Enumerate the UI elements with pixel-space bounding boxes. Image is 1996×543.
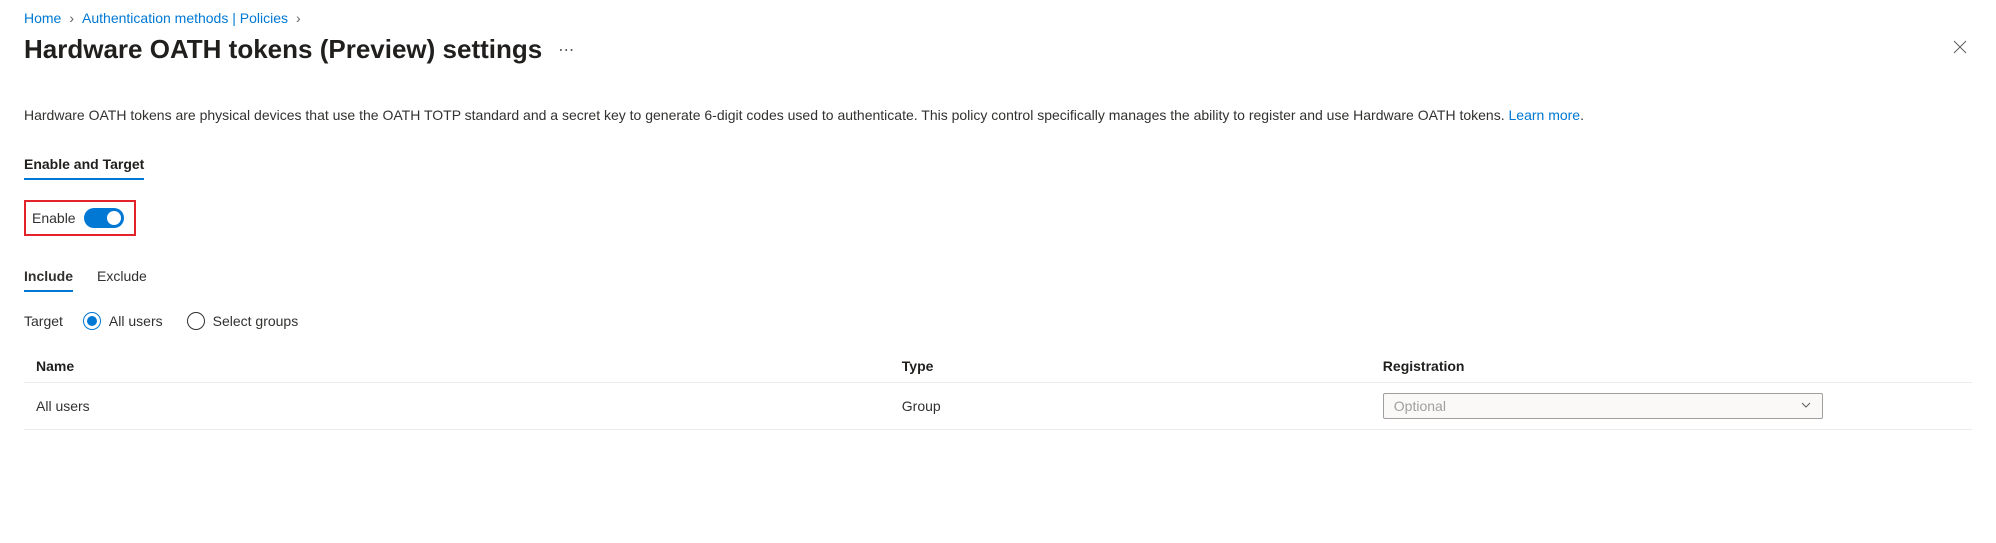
radio-circle xyxy=(187,312,205,330)
tab-exclude[interactable]: Exclude xyxy=(97,264,147,292)
more-actions-button[interactable]: ⋯ xyxy=(558,40,574,60)
description-text: Hardware OATH tokens are physical device… xyxy=(24,107,1509,123)
tab-enable-target[interactable]: Enable and Target xyxy=(24,150,144,180)
radio-select-groups[interactable]: Select groups xyxy=(187,312,299,330)
registration-select[interactable]: Optional xyxy=(1383,393,1823,419)
primary-tabs: Enable and Target xyxy=(24,150,1972,180)
enable-toggle[interactable] xyxy=(84,208,124,228)
cell-registration: Optional xyxy=(1383,393,1960,419)
column-header-type[interactable]: Type xyxy=(902,358,1383,374)
target-label: Target xyxy=(24,313,63,329)
cell-type: Group xyxy=(902,398,1383,414)
toggle-thumb xyxy=(107,211,121,225)
chevron-right-icon: › xyxy=(296,10,301,26)
enable-row: Enable xyxy=(24,200,136,236)
radio-select-groups-label: Select groups xyxy=(213,313,299,329)
table-row: All users Group Optional xyxy=(24,383,1972,430)
breadcrumb-auth-methods[interactable]: Authentication methods | Policies xyxy=(82,10,288,26)
learn-more-link[interactable]: Learn more xyxy=(1509,107,1581,123)
target-radio-group: All users Select groups xyxy=(83,312,298,330)
close-button[interactable] xyxy=(1948,35,1972,64)
cell-name: All users xyxy=(36,398,902,414)
title-row: Hardware OATH tokens (Preview) settings … xyxy=(24,34,1972,65)
description: Hardware OATH tokens are physical device… xyxy=(24,105,1972,126)
radio-all-users-label: All users xyxy=(109,313,163,329)
page-title: Hardware OATH tokens (Preview) settings xyxy=(24,34,542,65)
enable-label: Enable xyxy=(32,210,76,226)
column-header-name[interactable]: Name xyxy=(36,358,902,374)
radio-all-users[interactable]: All users xyxy=(83,312,163,330)
target-table: Name Type Registration All users Group O… xyxy=(24,350,1972,430)
chevron-down-icon xyxy=(1800,398,1812,414)
close-icon xyxy=(1952,39,1968,55)
radio-circle xyxy=(83,312,101,330)
table-header: Name Type Registration xyxy=(24,350,1972,383)
breadcrumb: Home › Authentication methods | Policies… xyxy=(24,10,1972,26)
secondary-tabs: Include Exclude xyxy=(24,264,1972,292)
registration-select-value: Optional xyxy=(1394,398,1446,414)
breadcrumb-home[interactable]: Home xyxy=(24,10,61,26)
radio-dot xyxy=(87,316,97,326)
column-header-registration[interactable]: Registration xyxy=(1383,358,1960,374)
chevron-right-icon: › xyxy=(69,10,74,26)
title-left: Hardware OATH tokens (Preview) settings … xyxy=(24,34,574,65)
tab-include[interactable]: Include xyxy=(24,264,73,292)
target-row: Target All users Select groups xyxy=(24,312,1972,330)
